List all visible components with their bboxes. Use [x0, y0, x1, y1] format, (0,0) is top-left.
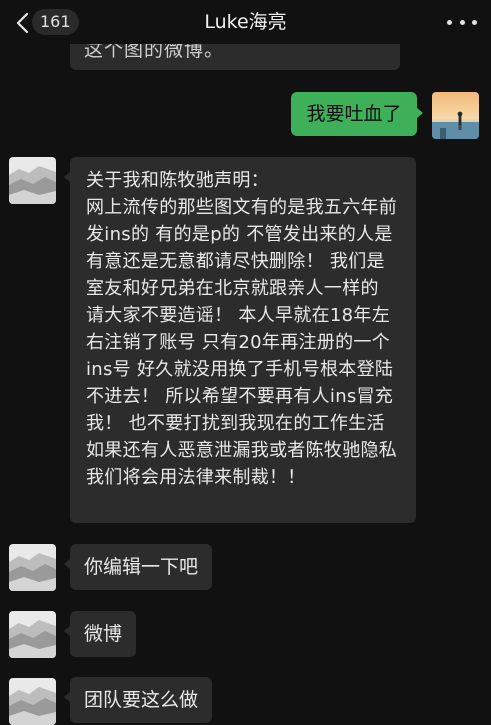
- chat-header: 161 Luke海亮: [0, 0, 491, 44]
- message-bubble-incoming[interactable]: 关于我和陈牧驰声明： 网上流传的那些图文有的是我五六年前发ins的 有的是p的 …: [64, 157, 416, 523]
- dot-icon: [459, 19, 465, 25]
- message-bubble-outgoing[interactable]: 我要吐血了: [291, 92, 423, 136]
- contact-avatar[interactable]: [9, 157, 56, 204]
- snow-landscape-avatar-icon: [9, 611, 56, 658]
- dot-icon: [472, 19, 477, 25]
- my-avatar[interactable]: [432, 92, 479, 139]
- dot-icon: [447, 19, 452, 25]
- message-text: 我要吐血了: [306, 103, 402, 125]
- sunset-beach-avatar-icon: [432, 92, 479, 139]
- message-text: 微博: [84, 623, 123, 645]
- snow-landscape-avatar-icon: [9, 678, 56, 725]
- message-text: 你编辑一下吧: [84, 556, 199, 578]
- more-options-button[interactable]: [447, 10, 477, 34]
- message-text: 团队要这么做: [84, 689, 199, 711]
- message-bubble-incoming[interactable]: 微博: [63, 611, 137, 657]
- snow-landscape-avatar-icon: [9, 157, 56, 204]
- message-bubble-incoming[interactable]: 你编辑一下吧: [63, 544, 213, 590]
- message-bubble-incoming[interactable]: 团队要这么做: [63, 677, 213, 723]
- chat-title: Luke海亮: [204, 11, 287, 33]
- contact-avatar[interactable]: [9, 544, 56, 591]
- snow-landscape-avatar-icon: [9, 544, 56, 591]
- contact-avatar[interactable]: [9, 611, 56, 658]
- contact-avatar[interactable]: [9, 678, 56, 725]
- message-text: 关于我和陈牧驰声明： 网上流传的那些图文有的是我五六年前发ins的 有的是p的 …: [86, 170, 398, 488]
